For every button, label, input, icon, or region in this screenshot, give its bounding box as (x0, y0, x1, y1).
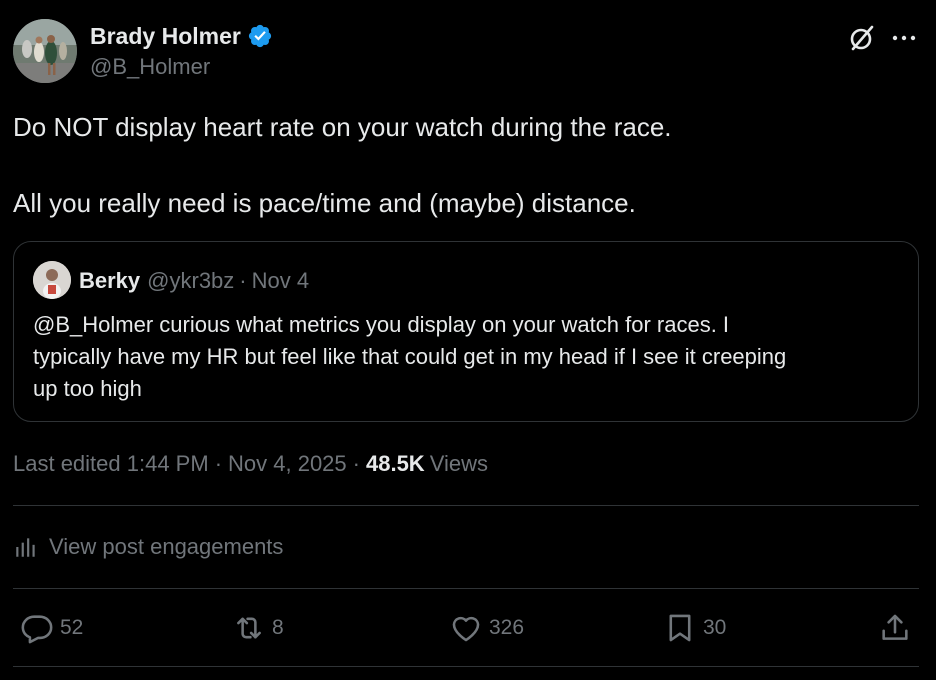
divider (13, 505, 919, 506)
author-name[interactable]: Brady Holmer (90, 23, 241, 50)
view-engagements-label: View post engagements (49, 534, 284, 559)
post-text: Do NOT display heart rate on your watch … (13, 108, 918, 222)
like-count: 326 (489, 616, 525, 639)
quoted-post-text: @B_Holmer curious what metrics you displ… (33, 309, 903, 405)
reply-icon (21, 615, 53, 644)
bookmark-button[interactable]: 30 (663, 610, 726, 646)
post-text-line: All you really need is pace/time and (ma… (13, 188, 636, 218)
post-meta: Last edited 1:44 PM · Nov 4, 2025 · 48.5… (13, 448, 488, 480)
author-name-row: Brady Holmer (90, 21, 273, 51)
post-header: Brady Holmer @B_Holmer (13, 19, 923, 85)
divider (13, 666, 919, 667)
separator-dot: · (239, 268, 247, 293)
quoted-post-header: Berky @ykr3bz · Nov 4 (79, 266, 309, 296)
separator-dot: · (352, 451, 360, 476)
bookmark-count: 30 (703, 616, 727, 639)
view-engagements-link[interactable]: View post engagements (13, 530, 283, 564)
quoted-text-line: @B_Holmer curious what metrics you displ… (33, 312, 730, 337)
post-date[interactable]: Nov 4, 2025 (228, 451, 347, 477)
post-text-line: Do NOT display heart rate on your watch … (13, 112, 672, 142)
quoted-author-handle[interactable]: @ykr3bz (147, 268, 234, 294)
separator-dot: · (214, 451, 223, 476)
edited-label[interactable]: Last edited 1:44 PM (13, 451, 209, 477)
quoted-author-name[interactable]: Berky (79, 268, 140, 294)
repost-icon (237, 617, 261, 639)
quoted-post-date[interactable]: Nov 4 (252, 268, 309, 294)
divider (13, 588, 919, 589)
quoted-post[interactable]: Berky @ykr3bz · Nov 4 @B_Holmer curious … (13, 241, 919, 422)
author-handle[interactable]: @B_Holmer (90, 54, 210, 80)
bookmark-icon (669, 614, 691, 642)
share-button[interactable] (878, 610, 912, 646)
reply-button[interactable]: 52 (20, 610, 83, 646)
share-icon (882, 614, 908, 640)
quoted-text-line: typically have my HR but feel like that … (33, 344, 787, 369)
reply-count: 52 (60, 616, 84, 639)
analytics-icon (16, 538, 35, 557)
more-icon[interactable] (891, 27, 917, 49)
author-avatar[interactable] (13, 19, 77, 83)
repost-count: 8 (272, 616, 284, 639)
like-button[interactable]: 326 (449, 610, 524, 646)
heart-icon (452, 616, 480, 642)
verified-badge-icon[interactable] (247, 23, 273, 49)
quoted-text-line: up too high (33, 376, 142, 401)
quoted-author-avatar[interactable] (33, 261, 71, 299)
views-label: Views (429, 451, 488, 476)
views-count: 48.5K (365, 451, 425, 476)
repost-button[interactable]: 8 (232, 610, 284, 646)
grok-icon[interactable] (847, 23, 877, 53)
